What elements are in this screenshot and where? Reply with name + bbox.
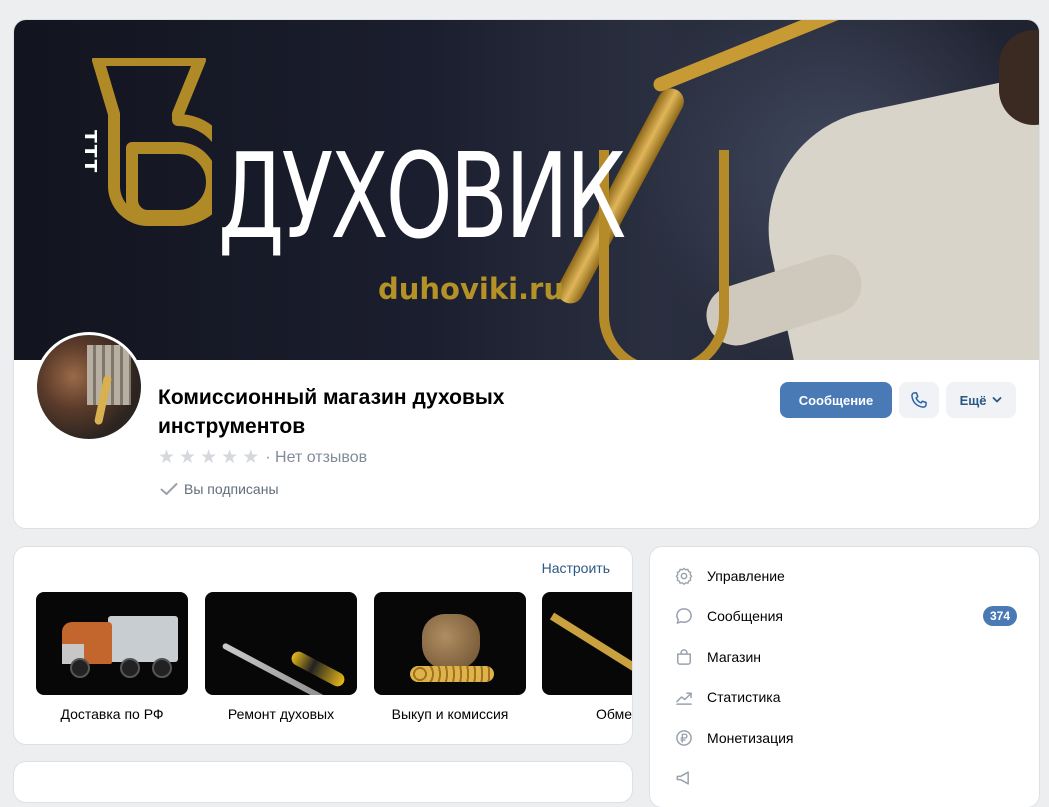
menu-item-next[interactable] xyxy=(674,768,707,788)
screwdriver-image xyxy=(205,592,357,695)
star-icon: ★ xyxy=(221,447,239,468)
menu-label: Магазин xyxy=(707,649,762,665)
avatar[interactable] xyxy=(34,332,144,442)
service-item[interactable]: Выкуп и комиссия xyxy=(374,592,526,722)
menu-label: Монетизация xyxy=(707,730,794,746)
brand-url: duhoviki.ru xyxy=(378,272,565,306)
rating[interactable]: ★ ★ ★ ★ ★ · Нет отзывов xyxy=(158,448,367,467)
next-block xyxy=(14,762,632,802)
more-button[interactable]: Ещё xyxy=(946,382,1016,418)
star-icon: ★ xyxy=(200,447,218,468)
menu-label: Управление xyxy=(707,568,785,584)
services-block: Настроить Доставка по РФ Ремонт духовых xyxy=(14,547,632,744)
bag-icon xyxy=(677,649,691,665)
cover-musician-head xyxy=(999,30,1039,125)
rating-text: Нет отзывов xyxy=(275,448,368,466)
service-label: Обме xyxy=(596,706,632,722)
service-item[interactable]: Ремонт духовых xyxy=(205,592,357,722)
menu-item-shop[interactable]: Магазин xyxy=(674,647,761,667)
brand-logo-dots: ттт xyxy=(79,130,104,175)
gear-icon xyxy=(675,567,693,585)
page-title: Комиссионный магазин духовых инструменто… xyxy=(158,386,505,438)
subscribed-label: Вы подписаны xyxy=(184,481,279,497)
truck-image xyxy=(36,592,188,695)
money-bag-image xyxy=(374,592,526,695)
service-item[interactable]: Доставка по РФ xyxy=(36,592,188,722)
cover-image: ттт ДУХОВИК duhoviki.ru xyxy=(14,20,1039,360)
menu-item-statistics[interactable]: Статистика xyxy=(674,687,781,707)
message-button[interactable]: Сообщение xyxy=(780,382,892,418)
saxophone-image xyxy=(542,592,632,695)
services-carousel[interactable]: Доставка по РФ Ремонт духовых Выкуп и ко… xyxy=(36,592,632,732)
ruble-icon xyxy=(676,730,692,746)
service-label: Доставка по РФ xyxy=(60,706,164,722)
menu-label: Статистика xyxy=(707,689,781,705)
admin-menu: Управление Сообщения 374 Магазин Статист… xyxy=(650,547,1039,807)
call-button[interactable] xyxy=(899,382,939,418)
rating-separator: · xyxy=(265,448,271,466)
menu-label: Сообщения xyxy=(707,608,783,624)
phone-icon xyxy=(911,392,927,408)
star-icon: ★ xyxy=(242,447,260,468)
checkmark-icon xyxy=(160,483,178,495)
rating-stars: ★ ★ ★ ★ ★ xyxy=(158,448,259,467)
subscribed-status[interactable]: Вы подписаны xyxy=(160,481,279,497)
megaphone-icon xyxy=(676,771,689,785)
configure-link[interactable]: Настроить xyxy=(542,560,610,576)
menu-item-messages[interactable]: Сообщения xyxy=(674,606,783,626)
brand-name: ДУХОВИК xyxy=(218,127,626,265)
menu-item-management[interactable]: Управление xyxy=(674,566,785,586)
star-icon: ★ xyxy=(179,447,197,468)
star-icon: ★ xyxy=(158,447,176,468)
messages-count-badge: 374 xyxy=(983,606,1018,626)
more-label: Ещё xyxy=(959,392,987,408)
stats-icon xyxy=(676,692,692,705)
community-header: ттт ДУХОВИК duhoviki.ru Комиссионный маг… xyxy=(14,20,1039,528)
menu-item-monetization[interactable]: Монетизация xyxy=(674,728,794,748)
service-label: Выкуп и комиссия xyxy=(391,706,509,722)
chevron-down-icon xyxy=(993,397,1002,403)
service-label: Ремонт духовых xyxy=(227,706,335,722)
message-icon xyxy=(676,608,692,624)
service-item[interactable]: Обме xyxy=(542,592,632,722)
brand-logo-icon xyxy=(92,58,212,226)
